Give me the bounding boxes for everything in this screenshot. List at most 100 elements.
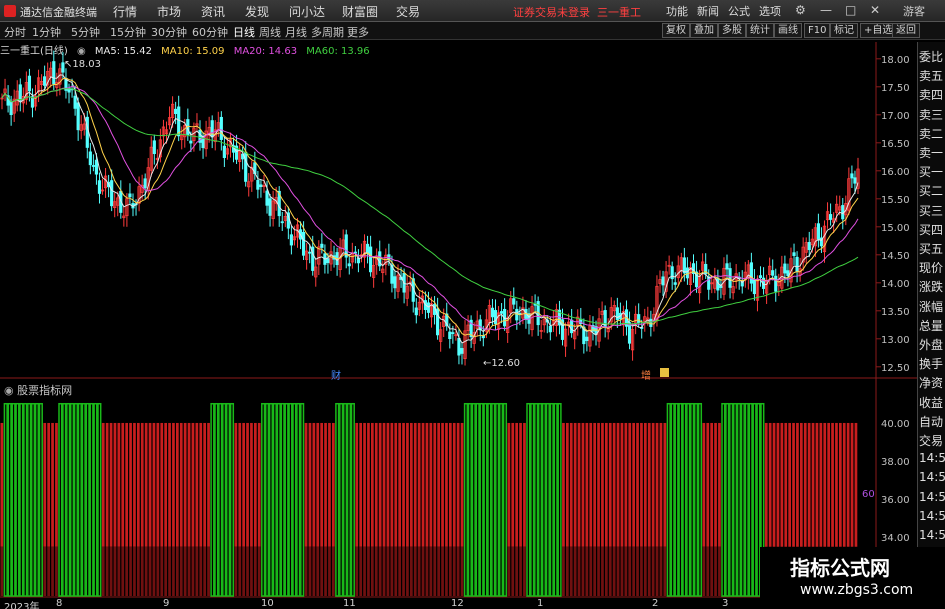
- price-tick: 13.50: [881, 307, 910, 318]
- indicator-bar-green: [97, 402, 102, 597]
- indicator-bar-green: [682, 402, 687, 597]
- quote-field-label: 14:5: [919, 528, 945, 542]
- quote-field-label: 卖三: [919, 107, 944, 122]
- indicator-bar-red-base: [601, 546, 604, 596]
- indicator-bar-green: [73, 402, 79, 597]
- indicator-bar-red-base: [581, 546, 585, 596]
- indicator-bar-red: [620, 422, 624, 547]
- indicator-bar-red-base: [608, 546, 612, 596]
- indicator-bar-red-base: [577, 546, 581, 596]
- indicator-bar-red: [125, 422, 128, 547]
- indicator-bar-red: [144, 422, 148, 547]
- candle-body: [414, 307, 418, 316]
- indicator-bar-red-base: [129, 546, 132, 596]
- indicator-bar-red-base: [413, 546, 417, 596]
- indicator-bar-red: [519, 422, 522, 547]
- indicator-bar-green: [495, 402, 500, 597]
- indicator-toggle-icon[interactable]: ◉: [4, 384, 14, 397]
- price-tick: 16.50: [881, 139, 910, 150]
- candle-body: [222, 145, 226, 158]
- quote-field-label: 委比: [919, 50, 944, 64]
- indicator-bar-green: [222, 402, 227, 597]
- indicator-bar-green: [479, 402, 484, 597]
- indicator-bar-red: [835, 422, 838, 547]
- indicator-bar-green: [549, 402, 554, 597]
- quote-field-label: 卖一: [919, 146, 944, 160]
- indicator-bar-green: [693, 402, 699, 597]
- event-marker-icon[interactable]: [660, 368, 669, 377]
- candle-body: [347, 263, 351, 267]
- indicator-bar-red: [324, 422, 327, 547]
- indicator-bar-red-base: [585, 546, 589, 596]
- indicator-bar-red: [332, 422, 335, 547]
- indicator-bar-red: [807, 422, 811, 547]
- indicator-bar-red: [511, 422, 515, 547]
- kline-chart[interactable]: [0, 0, 917, 609]
- indicator-bar-green: [214, 402, 219, 597]
- indicator-bar-red-base: [133, 546, 136, 596]
- quote-field-label: 涨幅: [919, 299, 944, 314]
- indicator-bar-red: [710, 422, 713, 547]
- indicator-bar-green: [66, 402, 71, 597]
- indicator-bar-red-base: [628, 546, 632, 596]
- indicator-bar-green: [218, 402, 223, 597]
- candle-body: [320, 243, 324, 248]
- indicator-bar-green: [34, 402, 40, 597]
- candle-body: [393, 276, 397, 289]
- indicator-bar-red-base: [386, 546, 390, 596]
- quote-field-label: 交易: [919, 434, 944, 448]
- indicator-bar-red: [616, 422, 620, 547]
- indicator-bar-red-base: [316, 546, 320, 596]
- indicator-bar-red-base: [374, 546, 378, 596]
- indicator-bar-green: [85, 402, 90, 597]
- quote-field-label: 买四: [919, 222, 944, 237]
- indicator-bar-green: [210, 402, 215, 597]
- indicator-bar-red: [195, 422, 199, 547]
- candle-body: [152, 140, 156, 155]
- indicator-bar-red-base: [402, 546, 405, 596]
- indicator-bar-red: [199, 422, 203, 547]
- indicator-bar-green: [296, 402, 301, 597]
- indicator-bar-green: [93, 402, 98, 597]
- indicator-bar-red: [788, 422, 791, 547]
- increase-tag[interactable]: 增: [641, 367, 651, 382]
- candle-body: [97, 180, 102, 194]
- candle-body: [795, 256, 799, 272]
- indicator-bar-green: [81, 402, 86, 597]
- date-label: 1: [537, 598, 544, 609]
- candle-body: [365, 243, 370, 254]
- indicator-bar-red: [850, 422, 854, 547]
- indicator-bar-green: [276, 402, 281, 597]
- indicator-bar-red-base: [332, 546, 335, 596]
- indicator-bar-red: [355, 422, 359, 547]
- indicator-bar-red-base: [417, 546, 421, 596]
- indicator-bar-red: [312, 422, 316, 547]
- candle-body: [259, 184, 263, 188]
- candle-body: [256, 179, 260, 190]
- indicator-bar-red: [714, 422, 717, 547]
- candle-body: [353, 251, 357, 254]
- indicator-bar-green: [686, 402, 691, 597]
- candle-body: [9, 100, 13, 116]
- indicator-bar-red: [612, 422, 616, 547]
- indicator-bar-red-base: [152, 546, 156, 596]
- indicator-bar-green: [30, 402, 36, 597]
- quote-field-label: 收益: [919, 395, 944, 410]
- indicator-bar-red: [109, 422, 113, 547]
- indicator-bar-red: [386, 422, 390, 547]
- price-tick: 12.50: [881, 363, 910, 374]
- candle-body: [478, 319, 482, 331]
- indicator-bar-red-base: [706, 546, 710, 596]
- indicator-bar-green: [463, 402, 469, 597]
- indicator-bar-red-base: [597, 546, 600, 596]
- indicator-bar-red: [242, 422, 245, 547]
- indicator-bar-red-base: [183, 546, 187, 596]
- indicator-bar-red: [234, 422, 238, 547]
- indicator-bar-green: [534, 402, 539, 597]
- indicator-bar-red-base: [566, 546, 569, 596]
- indicator-bar-green: [272, 402, 277, 597]
- indicator-bar-green: [526, 402, 531, 597]
- indicator-bar-red: [316, 422, 320, 547]
- indicator-bar-red-base: [355, 546, 359, 596]
- finance-tag[interactable]: 财: [331, 367, 341, 382]
